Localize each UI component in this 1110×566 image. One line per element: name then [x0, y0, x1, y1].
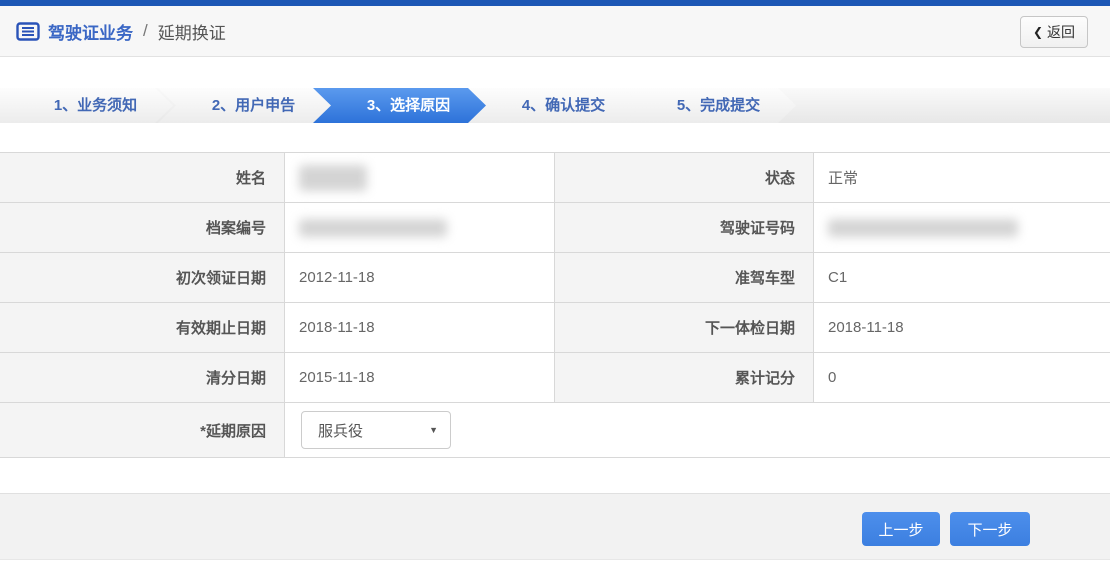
vehicle-class-value: C1 — [814, 253, 1110, 302]
table-row: 清分日期 2015-11-18 累计记分 0 — [0, 353, 1110, 403]
next-physical-date-label: 下一体检日期 — [554, 303, 814, 352]
step-label: 1、业务须知 — [28, 88, 145, 123]
accumulated-points-label: 累计记分 — [554, 353, 814, 402]
valid-until-date-value: 2018-11-18 — [285, 303, 554, 352]
redacted-license-number-value — [828, 219, 1018, 237]
first-issue-date-label: 初次领证日期 — [0, 253, 285, 302]
step-4-confirm-submit[interactable]: 4、确认提交 — [468, 88, 641, 123]
license-number-label: 驾驶证号码 — [554, 203, 814, 252]
chevron-left-icon: ❮ — [1033, 25, 1043, 39]
valid-until-date-label: 有效期止日期 — [0, 303, 285, 352]
redacted-file-number-value — [299, 219, 447, 237]
step-1-business-notice[interactable]: 1、业务须知 — [0, 88, 173, 123]
vehicle-class-label: 准驾车型 — [554, 253, 814, 302]
deferral-reason-selected-value: 服兵役 — [318, 420, 363, 441]
table-row: 有效期止日期 2018-11-18 下一体检日期 2018-11-18 — [0, 303, 1110, 353]
step-label: 2、用户申告 — [186, 88, 303, 123]
back-button-label: 返回 — [1047, 22, 1075, 42]
deferral-reason-label: *延期原因 — [0, 403, 285, 457]
table-row: 初次领证日期 2012-11-18 准驾车型 C1 — [0, 253, 1110, 303]
back-button[interactable]: ❮ 返回 — [1020, 16, 1088, 48]
chevron-down-icon: ▼ — [429, 425, 438, 435]
step-3-choose-reason-active[interactable]: 3、选择原因 — [313, 88, 486, 123]
status-label: 状态 — [554, 153, 814, 202]
points-clear-date-value: 2015-11-18 — [285, 353, 554, 402]
table-row: 档案编号 驾驶证号码 — [0, 203, 1110, 253]
file-number-value — [285, 203, 554, 252]
page-title-category: 驾驶证业务 — [48, 19, 133, 44]
step-label: 4、确认提交 — [496, 88, 613, 123]
license-number-value — [814, 203, 1110, 252]
table-row-reason: *延期原因 服兵役 ▼ — [0, 403, 1110, 458]
accumulated-points-value: 0 — [814, 353, 1110, 402]
page-title-current: 延期换证 — [158, 19, 226, 44]
status-value: 正常 — [814, 153, 1110, 202]
step-label: 3、选择原因 — [341, 88, 458, 123]
step-label: 5、完成提交 — [651, 88, 768, 123]
deferral-reason-select[interactable]: 服兵役 ▼ — [301, 411, 451, 449]
license-detail-table: 姓名 状态 正常 档案编号 驾驶证号码 初次领证日期 2012-11-18 准驾… — [0, 152, 1110, 458]
list-icon — [16, 22, 40, 41]
next-step-button[interactable]: 下一步 — [950, 512, 1030, 546]
file-number-label: 档案编号 — [0, 203, 285, 252]
step-2-user-declaration[interactable]: 2、用户申告 — [158, 88, 331, 123]
deferral-reason-field-area: 服兵役 ▼ — [285, 403, 1110, 457]
step-5-complete-submit[interactable]: 5、完成提交 — [623, 88, 796, 123]
name-label: 姓名 — [0, 153, 285, 202]
previous-step-button[interactable]: 上一步 — [862, 512, 940, 546]
breadcrumb-separator: / — [141, 21, 150, 41]
name-value — [285, 153, 554, 202]
next-physical-date-value: 2018-11-18 — [814, 303, 1110, 352]
step-wizard: 1、业务须知 2、用户申告 3、选择原因 4、确认提交 5、完成提交 — [0, 88, 1110, 123]
points-clear-date-label: 清分日期 — [0, 353, 285, 402]
page-header: 驾驶证业务 / 延期换证 ❮ 返回 — [0, 6, 1110, 57]
redacted-name-value — [299, 165, 367, 191]
table-row: 姓名 状态 正常 — [0, 153, 1110, 203]
breadcrumb: 驾驶证业务 / 延期换证 — [16, 6, 226, 56]
first-issue-date-value: 2012-11-18 — [285, 253, 554, 302]
footer-action-bar: 上一步 下一步 — [0, 493, 1110, 560]
